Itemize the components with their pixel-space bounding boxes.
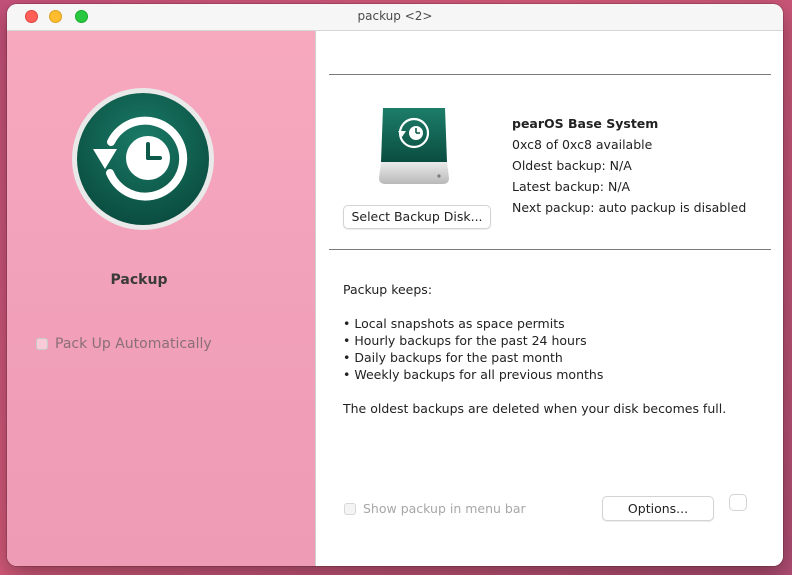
app-name: Packup — [110, 272, 168, 288]
keeps-item: • Local snapshots as space permits — [343, 316, 565, 331]
restore-clock-icon — [72, 88, 214, 230]
sidebar: Packup Pack Up Automatically — [7, 31, 315, 566]
middle-divider — [329, 249, 771, 250]
options-button[interactable]: Options... — [602, 496, 714, 521]
system-preferences-window: packup <2> Packup Pack Up Automatically — [7, 4, 783, 566]
window-title: packup <2> — [357, 9, 433, 23]
keeps-footer: The oldest backups are deleted when your… — [343, 401, 727, 416]
select-backup-disk-button[interactable]: Select Backup Disk... — [343, 205, 491, 229]
pack-up-automatically-checkbox[interactable] — [36, 338, 48, 350]
show-in-menu-bar-checkbox[interactable] — [344, 502, 356, 515]
oldest-backup: Oldest backup: N/A — [512, 158, 632, 173]
disk-info: pearOS Base System 0xc8 of 0xc8 availabl… — [512, 113, 746, 218]
hard-disk-icon — [379, 108, 449, 184]
help-button[interactable] — [729, 494, 747, 511]
keeps-item: • Hourly backups for the past 24 hours — [343, 333, 587, 348]
top-divider — [329, 74, 771, 75]
disk-available: 0xc8 of 0xc8 available — [512, 137, 653, 152]
latest-backup: Latest backup: N/A — [512, 179, 631, 194]
main-pane: Select Backup Disk... pearOS Base System… — [315, 31, 783, 566]
packup-keeps-info: Packup keeps: • Local snapshots as space… — [343, 281, 726, 417]
keeps-item: • Weekly backups for all previous months — [343, 367, 604, 382]
title-bar[interactable]: packup <2> — [7, 4, 783, 31]
keeps-heading: Packup keeps: — [343, 282, 433, 297]
show-in-menu-bar-label[interactable]: Show packup in menu bar — [363, 501, 526, 516]
disk-name: pearOS Base System — [512, 116, 659, 131]
show-in-menu-bar-row[interactable]: Show packup in menu bar — [344, 501, 526, 516]
pack-up-automatically-row[interactable]: Pack Up Automatically — [36, 336, 212, 352]
next-packup: Next packup: auto packup is disabled — [512, 200, 747, 215]
keeps-item: • Daily backups for the past month — [343, 350, 563, 365]
pack-up-automatically-label[interactable]: Pack Up Automatically — [55, 336, 212, 352]
